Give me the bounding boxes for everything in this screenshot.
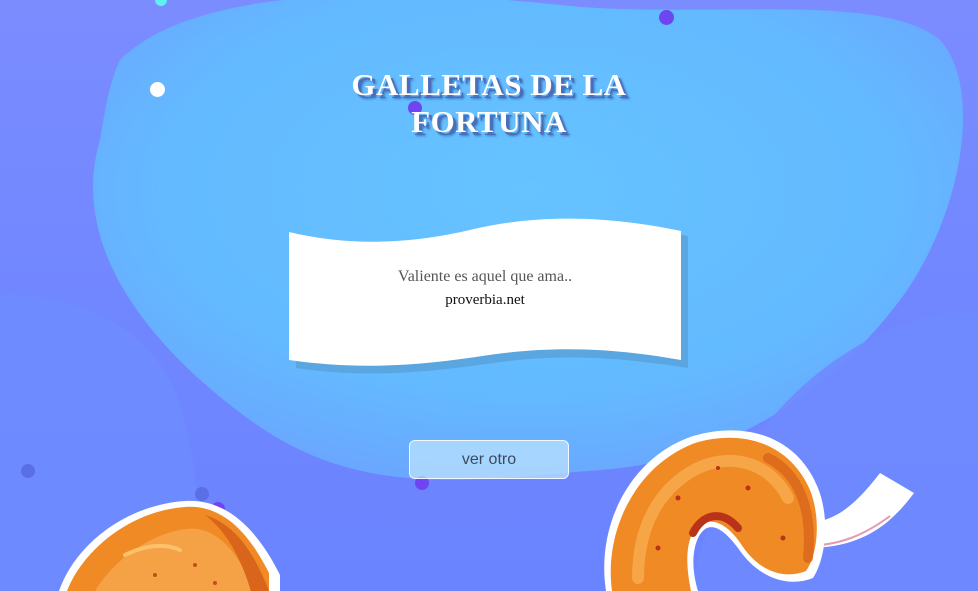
title-line-2: FORTUNA <box>411 104 567 139</box>
decor-dot <box>659 10 674 25</box>
fortune-cookie-icon <box>59 500 280 591</box>
decor-dot <box>21 464 35 478</box>
decor-dot <box>150 82 165 97</box>
fortune-cookie-icon <box>604 430 914 591</box>
title-line-1: GALLETAS DE LA <box>351 67 627 102</box>
fortune-quote: Valiente es aquel que ama.. <box>397 268 573 285</box>
fortune-source: proverbia.net <box>445 292 525 308</box>
ver-otro-button[interactable]: ver otro <box>409 440 569 479</box>
page-title: GALLETAS DE LA FORTUNA <box>330 66 648 140</box>
